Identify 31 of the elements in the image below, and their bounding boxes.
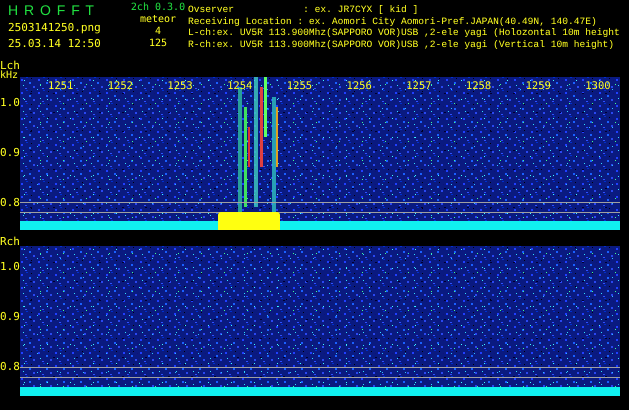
signal-strength-block: [218, 212, 280, 230]
channel-label: Rch: [0, 236, 20, 247]
frequency-label: 1300: [585, 81, 611, 92]
axis-label: 1.0: [0, 97, 20, 108]
app-title: H R O F F T: [8, 3, 96, 17]
frequency-label: 1254: [227, 81, 252, 92]
axis-label: 1.0: [0, 261, 20, 272]
frequency-label: 1253: [167, 81, 193, 92]
info-line: R-ch:ex. UV5R 113.900Mhz(SAPPORO VOR)USB ,2-ele yagi (Vertical 10m height): [188, 40, 616, 50]
count-value: 125: [148, 39, 168, 49]
info-line: L-ch:ex. UV5R 113.900Mhz(SAPPORO VOR)USB ,2-ele yagi (Holozontal 10m height: [188, 28, 620, 38]
frequency-label: 1256: [346, 81, 372, 92]
info-line: Receiving Location : ex. Aomori City Aomori-Pref.JAPAN(40.49N, 140.47E): [188, 16, 598, 26]
frequency-label: 1252: [108, 81, 133, 92]
count-value: 4: [154, 27, 162, 37]
info-line: Ovserver : ex. JR7CYX [ kid ]: [188, 5, 420, 15]
axis-label: 0.9: [0, 147, 20, 158]
file-name: 2503141250.png: [8, 22, 102, 33]
timestamp: 25.03.14 12:50: [8, 38, 102, 49]
axis-label: 0.9: [0, 311, 20, 322]
frequency-label: 1251: [48, 81, 74, 92]
frequency-label: 1255: [286, 81, 312, 92]
channel-label: Lch: [0, 60, 20, 71]
frequency-label: 1258: [466, 81, 492, 92]
axis-label: 0.8: [0, 361, 20, 372]
mode-label: meteor: [140, 15, 176, 25]
version-label: 2ch 0.3.0: [130, 3, 186, 13]
frequency-label: 1259: [526, 81, 551, 92]
unit-label: kHz: [0, 71, 18, 81]
frequency-label: 1257: [406, 81, 432, 92]
axis-label: 0.8: [0, 197, 20, 208]
